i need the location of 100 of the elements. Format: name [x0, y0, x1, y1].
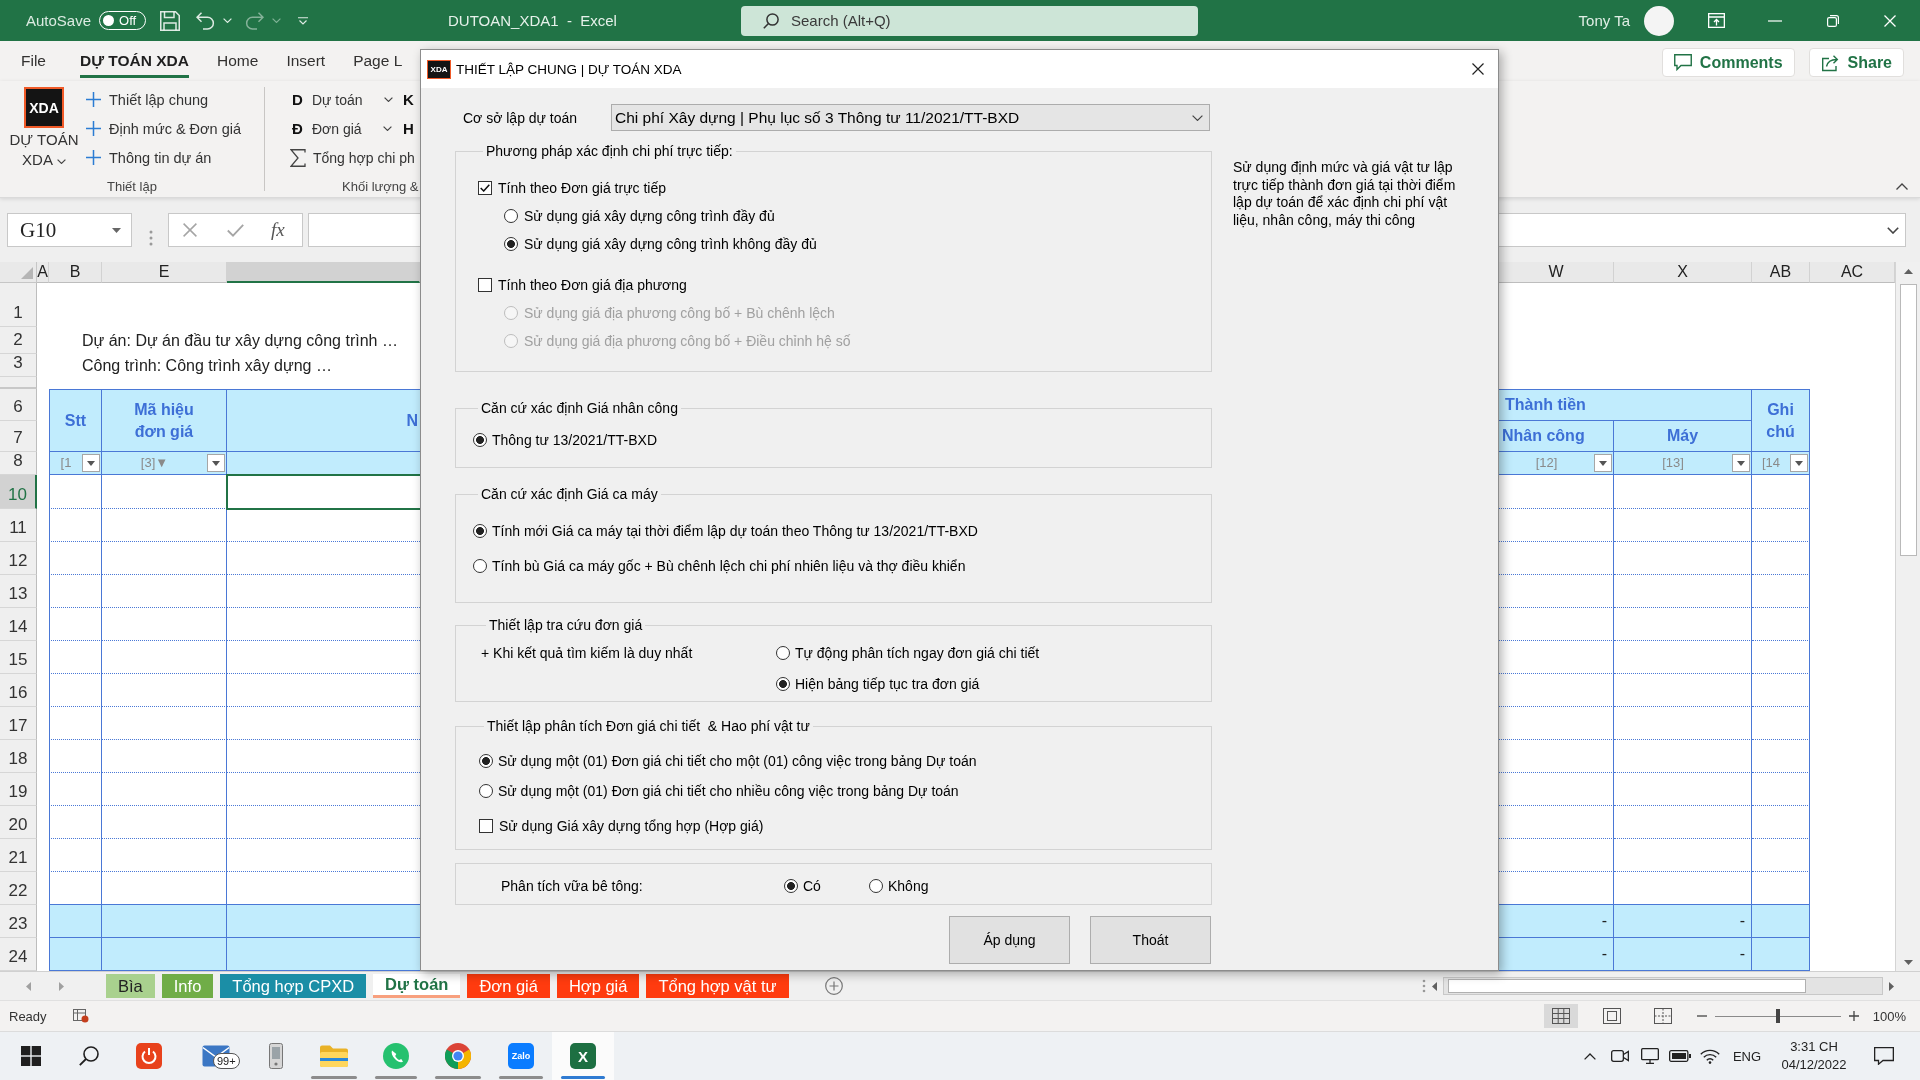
scroll-right-icon[interactable]: [1889, 981, 1894, 991]
checkbox[interactable]: [478, 181, 492, 195]
close-icon[interactable]: [1472, 63, 1484, 75]
ribbon-tab[interactable]: File: [21, 41, 46, 78]
ribbon-button[interactable]: Định mức & Đơn giá: [86, 114, 242, 143]
taskbar-button[interactable]: 99+: [182, 1032, 250, 1080]
option-label[interactable]: Tính bù Giá ca máy gốc + Bù chênh lệch chi phí nhiên liệu và thợ điều khiển: [492, 557, 966, 574]
camera-icon[interactable]: [1611, 1049, 1629, 1063]
expand-icon[interactable]: [1887, 226, 1899, 234]
screen-icon[interactable]: [1641, 1048, 1659, 1064]
undo-icon[interactable]: [196, 11, 216, 30]
search-field[interactable]: Search (Alt+Q): [741, 5, 1198, 36]
option-label[interactable]: Có: [803, 878, 821, 894]
filter-button[interactable]: [1790, 454, 1808, 472]
dialog-button[interactable]: Thoát: [1090, 916, 1211, 964]
letter-icon[interactable]: H: [403, 114, 418, 143]
radio-button[interactable]: [504, 209, 518, 223]
notification-icon[interactable]: [1874, 1047, 1894, 1065]
ribbon-button[interactable]: Đ Đơn giá: [290, 114, 403, 143]
filter-button[interactable]: [1732, 454, 1750, 472]
clock-date[interactable]: 04/12/2022: [1781, 1056, 1847, 1074]
ribbon-button[interactable]: Tổng hợp chi ph: [290, 143, 418, 172]
option-label[interactable]: Sử dụng một (01) Đơn giá chi tiết cho nhiều công việc trong bảng Dự toán: [498, 783, 959, 799]
column-header[interactable]: AC: [1810, 262, 1895, 283]
filter-button[interactable]: [82, 454, 100, 472]
battery-icon[interactable]: [1669, 1050, 1691, 1062]
vertical-scrollbar[interactable]: [1895, 262, 1920, 971]
row-header[interactable]: 7: [0, 421, 37, 452]
radio-button[interactable]: [784, 879, 798, 893]
sheet-tab[interactable]: Dự toán: [373, 974, 461, 998]
app-menu-button[interactable]: XDA DỰ TOÁN XDA: [9, 81, 79, 178]
column-header[interactable]: X: [1614, 262, 1752, 283]
scroll-up-icon[interactable]: [1903, 269, 1913, 274]
taskbar-button[interactable]: X: [552, 1032, 614, 1080]
row-header[interactable]: 16: [0, 674, 37, 707]
filter-button[interactable]: [207, 454, 225, 472]
name-box[interactable]: G10: [7, 213, 132, 247]
chevron-up-icon[interactable]: [1584, 1052, 1596, 1060]
zoom-in-icon[interactable]: [1848, 1011, 1859, 1021]
filter-button[interactable]: [1594, 454, 1612, 472]
scrollbar-thumb[interactable]: [1899, 284, 1917, 556]
option-label[interactable]: Sử dụng một (01) Đơn giá chi tiết cho một (01) công việc trong bảng Dự toán: [498, 753, 977, 769]
clock-time[interactable]: 3:31 CH: [1790, 1038, 1838, 1056]
radio-button[interactable]: [473, 558, 487, 573]
row-header[interactable]: 1: [0, 283, 37, 327]
option-label[interactable]: Thông tư 13/2021/TT-BXD: [492, 432, 657, 448]
column-header[interactable]: [227, 262, 420, 283]
ribbon-tab[interactable]: Insert: [286, 41, 326, 78]
customize-icon[interactable]: [298, 16, 309, 25]
checkbox[interactable]: [478, 278, 492, 292]
column-header[interactable]: A: [37, 262, 49, 283]
row-header[interactable]: 24: [0, 938, 37, 971]
caret-up-icon[interactable]: [1896, 183, 1908, 190]
sheet-tab[interactable]: Tổng hợp CPXD: [220, 974, 367, 998]
save-icon[interactable]: [160, 10, 181, 31]
wifi-icon[interactable]: [1700, 1048, 1720, 1064]
ribbon-button[interactable]: D Dự toán: [290, 85, 403, 114]
insert-function-button[interactable]: fx: [271, 219, 285, 241]
row-header[interactable]: 19: [0, 773, 37, 806]
comments-button[interactable]: Comments: [1661, 48, 1795, 77]
row-header[interactable]: 21: [0, 839, 37, 872]
radio-button[interactable]: [473, 433, 487, 447]
radio-button[interactable]: [776, 677, 790, 691]
row-header[interactable]: 8: [0, 452, 37, 475]
column-header[interactable]: E: [102, 262, 227, 283]
row-header[interactable]: 14: [0, 608, 37, 641]
slider-thumb[interactable]: [1775, 1009, 1780, 1023]
basis-dropdown[interactable]: Chi phí Xây dựng | Phụ lục số 3 Thông tư 11/2021/TT-BXD: [611, 104, 1210, 131]
option-label[interactable]: Không: [888, 878, 929, 894]
option-label[interactable]: Tính theo Đơn giá địa phương: [498, 277, 687, 293]
row-header[interactable]: 17: [0, 707, 37, 740]
dialog-button[interactable]: Áp dụng: [949, 916, 1070, 964]
radio-button[interactable]: [776, 646, 790, 660]
column-header[interactable]: B: [49, 262, 102, 283]
scroll-down-icon[interactable]: [1903, 960, 1913, 965]
row-header[interactable]: 13: [0, 575, 37, 608]
column-header[interactable]: AB: [1752, 262, 1810, 283]
option-label[interactable]: Hiện bảng tiếp tục tra đơn giá: [795, 676, 980, 692]
radio-button[interactable]: [473, 523, 487, 538]
ribbon-tab[interactable]: Page L: [353, 41, 403, 78]
record-icon[interactable]: [72, 1009, 89, 1023]
share-button[interactable]: Share: [1808, 48, 1904, 77]
radio-button[interactable]: [479, 754, 493, 768]
radio-button[interactable]: [504, 237, 518, 251]
option-label[interactable]: Tính mới Giá ca máy tại thời điểm lập dự toán theo Thông tư 13/2021/TT-BXD: [492, 522, 978, 539]
minimize-icon[interactable]: [1768, 19, 1782, 22]
row-header[interactable]: 22: [0, 872, 37, 905]
letter-icon[interactable]: K: [403, 85, 418, 114]
view-button[interactable]: [1543, 1004, 1578, 1028]
row-header[interactable]: 3: [0, 354, 37, 377]
avatar[interactable]: [1644, 5, 1674, 36]
language-indicator[interactable]: ENG: [1728, 1048, 1766, 1064]
row-header[interactable]: 20: [0, 806, 37, 839]
option-label[interactable]: Sử dụng Giá xây dựng tổng hợp (Hợp giá): [499, 818, 764, 834]
row-header[interactable]: 23: [0, 905, 37, 938]
row-header[interactable]: 10: [0, 475, 37, 509]
sheet-tab[interactable]: Bìa: [106, 974, 155, 998]
row-header[interactable]: 11: [0, 509, 37, 542]
sheet-tab[interactable]: Tổng hợp vật tư: [646, 974, 789, 998]
row-header[interactable]: 18: [0, 740, 37, 773]
